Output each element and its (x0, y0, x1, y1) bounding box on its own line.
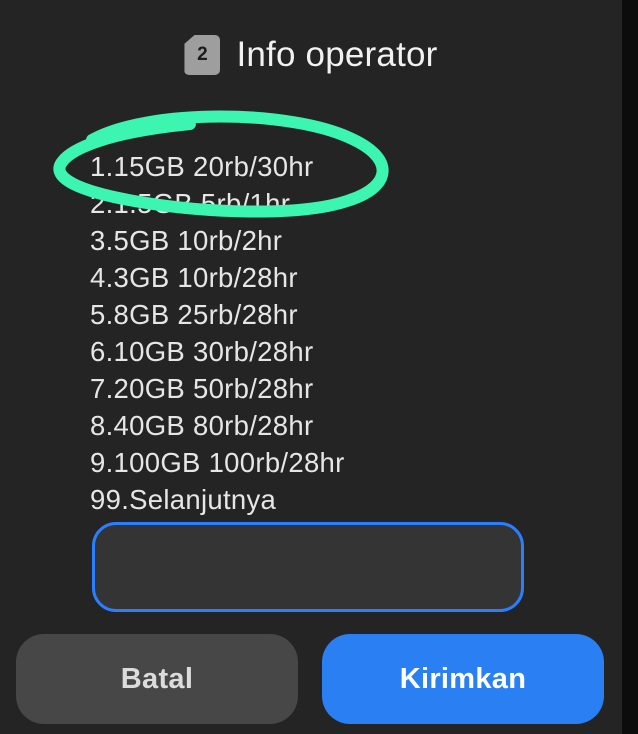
sim-card-icon: 2 (184, 35, 221, 75)
menu-line: 6.10GB 30rb/28hr (90, 336, 314, 367)
menu-line: 99.Selanjutnya (90, 484, 277, 515)
dialog-header: 2 Info operator (0, 30, 622, 80)
reply-input[interactable] (92, 522, 524, 612)
menu-line: 9.100GB 100rb/28hr (90, 447, 345, 478)
menu-line: 1.15GB 20rb/30hr (90, 151, 314, 182)
cancel-button[interactable]: Batal (16, 634, 298, 724)
dialog-title: Info operator (236, 35, 438, 74)
menu-line: 4.3GB 10rb/28hr (90, 262, 298, 293)
send-button[interactable]: Kirimkan (322, 634, 604, 724)
menu-line: 2.1.5GB 5rb/1hr (90, 188, 291, 219)
menu-line: 3.5GB 10rb/2hr (90, 225, 283, 256)
menu-line: 5.8GB 25rb/28hr (90, 299, 298, 330)
sim-slot-number: 2 (197, 44, 208, 65)
ussd-dialog: 2 Info operator 1.15GB 20rb/30hr 2.1.5GB… (0, 0, 622, 734)
menu-line: 7.20GB 50rb/28hr (90, 373, 314, 404)
menu-line: 8.40GB 80rb/28hr (90, 410, 314, 441)
ussd-menu-text: 1.15GB 20rb/30hr 2.1.5GB 5rb/1hr 3.5GB 1… (90, 148, 345, 518)
